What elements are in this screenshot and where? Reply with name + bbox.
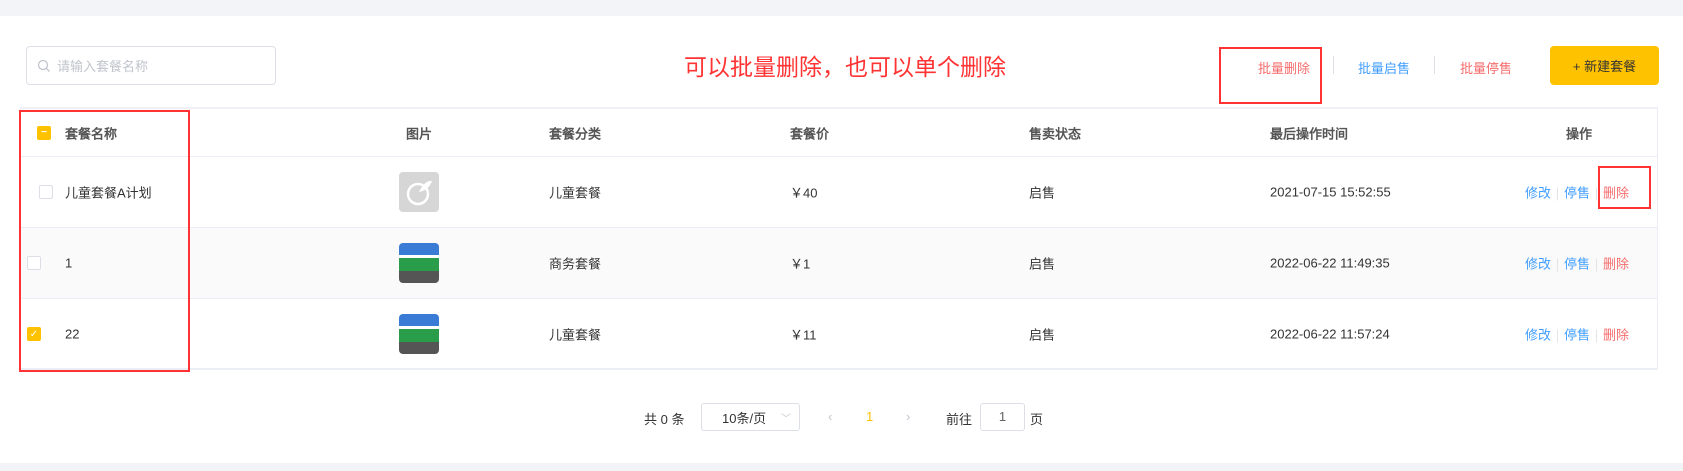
edit-link[interactable]: 修改 [1525, 257, 1551, 272]
pagination-total: 共 0 条 [644, 412, 685, 427]
batch-disable-button[interactable]: 批量停售 [1460, 58, 1512, 77]
disable-link[interactable]: 停售 [1564, 186, 1590, 201]
table-row: 1 商务套餐 ￥1 启售 2022-06-22 11:49:35 修改 停售 删除 [21, 228, 1657, 299]
package-table: − 套餐名称 图片 套餐分类 套餐价 售卖状态 最后操作时间 操作 儿童套餐A计… [20, 107, 1658, 370]
goto-label: 前往 [946, 412, 973, 427]
package-time: 2022-06-22 11:57:24 [1270, 326, 1390, 342]
page-size-select[interactable]: 10条/页 ﹀ [701, 403, 800, 431]
annotation-text: 可以批量删除，也可以单个删除 [684, 54, 1006, 80]
package-time: 2022-06-22 11:49:35 [1270, 255, 1390, 271]
package-price: ￥11 [790, 327, 817, 343]
prev-page-icon[interactable]: ‹ [828, 409, 832, 424]
delete-link[interactable]: 删除 [1603, 328, 1629, 343]
table-row: ✓ 22 儿童套餐 ￥11 启售 2022-06-22 11:57:24 修改停… [21, 299, 1657, 370]
disable-link[interactable]: 停售 [1564, 257, 1590, 272]
header-actions: 操作 [1566, 126, 1593, 141]
annotation-box-batch-delete [1219, 47, 1322, 104]
row-actions: 修改 停售 删除 [1525, 254, 1629, 273]
search-placeholder: 请输入套餐名称 [57, 59, 149, 74]
row-actions: 修改 停售 删除 [1525, 325, 1629, 344]
disable-link[interactable]: 停售 [1564, 328, 1590, 343]
table-row: 儿童套餐A计划 儿童套餐 ￥40 启售 2021-07-15 15:52:55 … [21, 157, 1657, 228]
divider [1434, 56, 1435, 74]
search-input[interactable]: 请输入套餐名称 [26, 46, 276, 85]
batch-enable-button[interactable]: 批量启售 [1358, 58, 1410, 77]
package-time: 2021-07-15 15:52:55 [1270, 184, 1391, 200]
header-image: 图片 [406, 126, 433, 141]
package-image [399, 314, 439, 354]
package-status: 启售 [1029, 256, 1056, 272]
edit-link[interactable]: 修改 [1525, 186, 1551, 201]
header-status: 售卖状态 [1029, 126, 1082, 141]
annotation-box-delete [1598, 166, 1651, 209]
header-time: 最后操作时间 [1270, 126, 1349, 141]
delete-link[interactable]: 删除 [1603, 257, 1629, 272]
header-category: 套餐分类 [549, 126, 602, 141]
package-image [399, 243, 439, 283]
page-size-value: 10条/页 [722, 410, 767, 426]
package-status: 启售 [1029, 185, 1056, 201]
page-suffix: 页 [1030, 412, 1044, 427]
header-price: 套餐价 [790, 126, 830, 141]
package-category: 儿童套餐 [549, 327, 602, 343]
package-category: 商务套餐 [549, 256, 602, 272]
search-icon [37, 59, 50, 72]
next-page-icon[interactable]: › [906, 409, 910, 424]
divider [1333, 56, 1334, 74]
chevron-down-icon: ﹀ [781, 413, 791, 425]
annotation-box-checkboxes [19, 110, 190, 372]
package-price: ￥40 [790, 185, 818, 201]
package-category: 儿童套餐 [549, 185, 602, 201]
page-number[interactable]: 1 [866, 409, 873, 424]
package-image [399, 172, 439, 212]
goto-page-input[interactable]: 1 [980, 403, 1025, 431]
new-package-button[interactable]: + 新建套餐 [1550, 46, 1659, 85]
package-price: ￥1 [790, 256, 811, 272]
edit-link[interactable]: 修改 [1525, 328, 1551, 343]
table-header: − 套餐名称 图片 套餐分类 套餐价 售卖状态 最后操作时间 操作 [21, 109, 1657, 157]
package-status: 启售 [1029, 327, 1056, 343]
